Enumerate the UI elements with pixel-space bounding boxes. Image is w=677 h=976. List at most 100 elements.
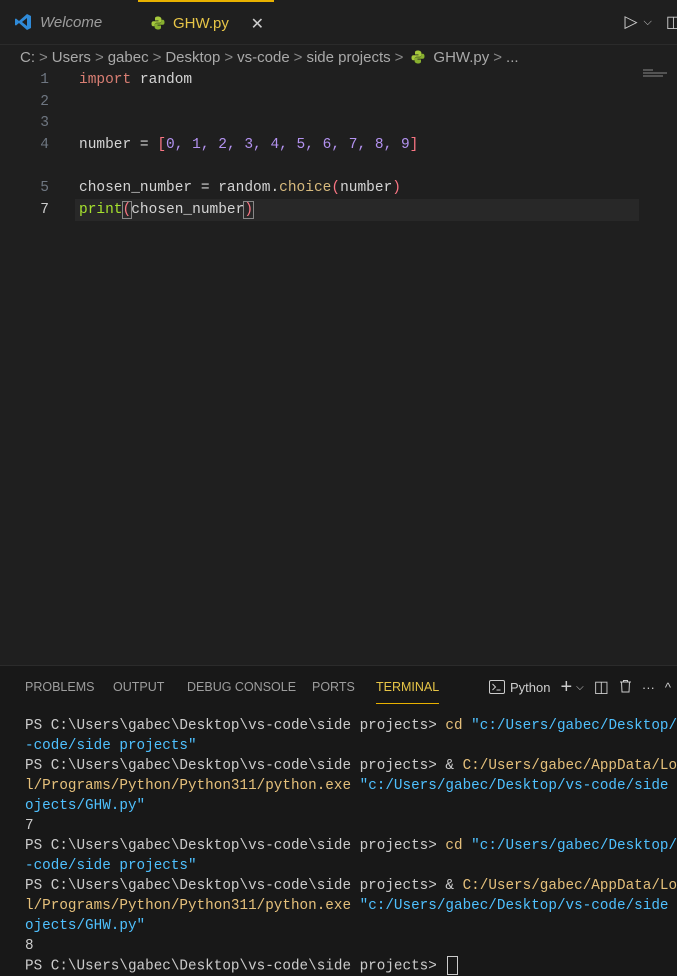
code-line[interactable]: 1 import random bbox=[0, 69, 677, 91]
code-token: random bbox=[131, 72, 193, 88]
terminal-string: ojects/GHW.py" bbox=[25, 798, 146, 814]
terminal-operator: & bbox=[445, 758, 463, 774]
editor-actions: ▷ ⌵ ◫ bbox=[624, 0, 677, 44]
tab-welcome-label: Welcome bbox=[40, 13, 103, 31]
breadcrumb-item[interactable]: vs-code bbox=[237, 49, 290, 66]
chevron-right-icon: > bbox=[493, 48, 503, 66]
code-token: choice bbox=[279, 180, 332, 196]
chevron-right-icon: > bbox=[224, 48, 234, 66]
terminal-output[interactable]: PS C:\Users\gabec\Desktop\vs-code\side p… bbox=[25, 716, 677, 976]
panel-actions: Python + ⌵ ◫ ··· ^ bbox=[489, 676, 671, 698]
code-token: number bbox=[79, 137, 132, 153]
python-icon bbox=[151, 16, 165, 30]
terminal-cursor bbox=[447, 956, 459, 975]
terminal-command: cd bbox=[445, 838, 463, 854]
code-token: chosen_number bbox=[131, 202, 245, 218]
terminal-command: C:/Users/gabec/AppData/Loca bbox=[462, 878, 677, 894]
terminal-command: C:/Users/gabec/AppData/Loca bbox=[462, 758, 677, 774]
code-token: = bbox=[131, 137, 158, 153]
close-icon[interactable]: ✕ bbox=[251, 14, 264, 34]
code-token: 0, 1, 2, 3, 4, 5, 6, 7, 8, 9 bbox=[166, 137, 410, 153]
editor-tab-bar: Welcome GHW.py ✕ ▷ ⌵ ◫ bbox=[0, 0, 677, 45]
tab-ports[interactable]: PORTS bbox=[312, 680, 355, 694]
line-number: 3 bbox=[40, 115, 49, 131]
code-token: . bbox=[270, 180, 280, 196]
terminal-program-output: 8 bbox=[25, 938, 34, 954]
tab-debug-console[interactable]: DEBUG CONSOLE bbox=[187, 680, 296, 694]
code-line[interactable]: 4 number = [0, 1, 2, 3, 4, 5, 6, 7, 8, 9… bbox=[0, 134, 677, 156]
code-line[interactable]: 3 bbox=[0, 112, 677, 134]
terminal-command: cd bbox=[445, 718, 463, 734]
vscode-icon bbox=[15, 14, 31, 30]
code-line[interactable]: 5 chosen_number = random.choice(number) bbox=[0, 177, 677, 199]
breadcrumb-item[interactable]: Users bbox=[52, 49, 91, 66]
chevron-right-icon: > bbox=[394, 48, 404, 66]
chevron-right-icon: > bbox=[39, 48, 48, 66]
breadcrumb: C: > Users > gabec > Desktop > vs-code >… bbox=[0, 45, 677, 69]
code-token: import bbox=[79, 72, 132, 88]
code-token: print bbox=[79, 202, 123, 218]
code-token: ) bbox=[243, 201, 255, 219]
code-line-current[interactable]: 7 print(chosen_number) bbox=[0, 199, 677, 221]
line-number: 1 bbox=[40, 72, 49, 88]
line-number: 2 bbox=[40, 94, 49, 110]
chevron-right-icon: > bbox=[293, 48, 303, 66]
code-line[interactable]: 2 bbox=[0, 91, 677, 113]
terminal-command: l/Programs/Python/Python311/python.exe bbox=[25, 778, 352, 794]
terminal-string: ojects/GHW.py" bbox=[25, 918, 146, 934]
terminal-prompt: PS C:\Users\gabec\Desktop\vs-code\side p… bbox=[25, 758, 446, 774]
line-number: 7 bbox=[40, 202, 49, 218]
code-token: chosen_number bbox=[79, 180, 193, 196]
tab-problems[interactable]: PROBLEMS bbox=[25, 680, 94, 694]
code-token: ( bbox=[331, 180, 341, 196]
split-terminal-icon[interactable]: ◫ bbox=[594, 677, 609, 697]
tab-output[interactable]: OUTPUT bbox=[113, 680, 164, 694]
terminal-operator: & bbox=[445, 878, 463, 894]
tab-welcome[interactable]: Welcome bbox=[0, 0, 138, 44]
code-token: ] bbox=[409, 137, 419, 153]
tab-ghw-py[interactable]: GHW.py ✕ bbox=[138, 0, 274, 44]
terminal-program-output: 7 bbox=[25, 818, 34, 834]
chevron-down-icon[interactable]: ⌵ bbox=[576, 682, 584, 693]
terminal-string: "c:/Users/gabec/Desktop/vs-code/side pr bbox=[351, 778, 677, 794]
code-editor[interactable]: 1 import random 2 3 4 number = [0, 1, 2,… bbox=[0, 69, 677, 665]
tab-ghw-py-label: GHW.py bbox=[173, 14, 229, 32]
breadcrumb-item[interactable]: GHW.py bbox=[433, 49, 489, 66]
code-token: [ bbox=[157, 137, 167, 153]
terminal-name: Python bbox=[510, 679, 551, 695]
terminal-string: -code/side projects" bbox=[25, 858, 197, 874]
terminal-string: -code/side projects" bbox=[25, 738, 197, 754]
breadcrumb-item[interactable]: C: bbox=[20, 49, 35, 66]
code-token: number bbox=[340, 180, 393, 196]
terminal-selector[interactable]: Python bbox=[489, 680, 550, 695]
breadcrumb-item[interactable]: side projects bbox=[306, 49, 390, 66]
chevron-right-icon: > bbox=[152, 48, 162, 66]
chevron-down-icon[interactable]: ⌵ bbox=[644, 16, 652, 29]
code-token: random bbox=[218, 180, 271, 196]
code-token: ) bbox=[392, 180, 401, 196]
run-icon[interactable]: ▷ bbox=[624, 12, 637, 32]
terminal-prompt: PS C:\Users\gabec\Desktop\vs-code\side p… bbox=[25, 958, 446, 975]
chevron-up-icon[interactable]: ^ bbox=[665, 680, 671, 695]
terminal-prompt: PS C:\Users\gabec\Desktop\vs-code\side p… bbox=[25, 838, 446, 854]
terminal-string: "c:/Users/gabec/Desktop/vs bbox=[471, 838, 677, 854]
terminal-icon bbox=[489, 680, 505, 694]
terminal-string: "c:/Users/gabec/Desktop/vs bbox=[471, 718, 677, 734]
python-icon bbox=[411, 50, 425, 64]
trash-icon[interactable] bbox=[619, 679, 632, 696]
terminal-prompt: PS C:\Users\gabec\Desktop\vs-code\side p… bbox=[25, 878, 446, 894]
breadcrumb-item[interactable]: ... bbox=[506, 49, 519, 66]
panel-tab-bar: PROBLEMS OUTPUT DEBUG CONSOLE PORTS TERM… bbox=[0, 666, 677, 708]
line-number: 4 bbox=[40, 137, 49, 153]
line-number: 5 bbox=[40, 180, 49, 196]
tab-terminal[interactable]: TERMINAL bbox=[376, 680, 440, 704]
breadcrumb-item[interactable]: gabec bbox=[108, 49, 149, 66]
code-token: ( bbox=[121, 201, 133, 219]
add-terminal-icon[interactable]: + bbox=[560, 676, 572, 699]
code-token: = bbox=[192, 180, 219, 196]
more-icon[interactable]: ··· bbox=[642, 680, 655, 695]
breadcrumb-item[interactable]: Desktop bbox=[165, 49, 220, 66]
chevron-right-icon: > bbox=[94, 48, 104, 66]
split-editor-icon[interactable]: ◫ bbox=[666, 12, 677, 32]
terminal-prompt: PS C:\Users\gabec\Desktop\vs-code\side p… bbox=[25, 718, 446, 734]
